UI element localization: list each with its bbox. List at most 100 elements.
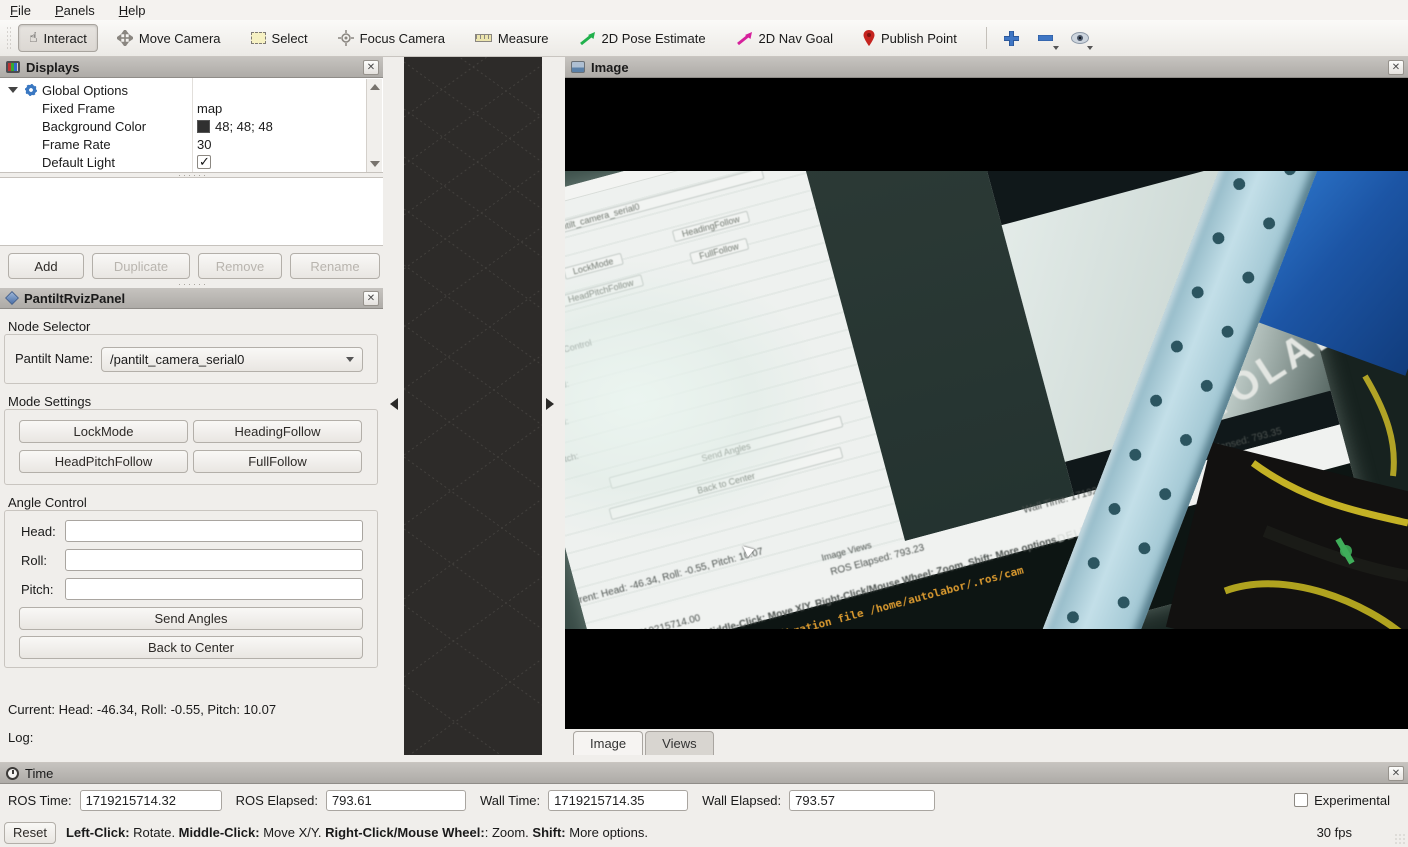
displays-close-button[interactable]: ✕	[363, 60, 379, 75]
tool-publish-point[interactable]: Publish Point	[852, 24, 968, 52]
roll-input[interactable]	[65, 549, 363, 571]
window-resize-grip[interactable]	[1394, 833, 1406, 845]
background-color-text: 48; 48; 48	[215, 119, 273, 134]
pantilt-name-label: Pantilt Name:	[15, 351, 93, 366]
help-right-click: Right-Click/Mouse Wheel:	[325, 825, 485, 840]
mouse-help-text: Left-Click: Rotate. Middle-Click: Move X…	[66, 825, 648, 840]
scroll-down-icon[interactable]	[370, 161, 380, 167]
add-tool-button[interactable]	[997, 24, 1027, 52]
camera-image-view[interactable]: /pantilt_camera_serial0 LockMode Heading…	[565, 78, 1408, 729]
ground-grid	[404, 57, 542, 755]
lock-mode-button[interactable]: LockMode	[19, 420, 188, 443]
image-panel-tabstrip: Image Views	[565, 729, 1408, 755]
node-selector-group: Pantilt Name: /pantilt_camera_serial0	[4, 334, 378, 384]
wall-time-input[interactable]	[548, 790, 688, 811]
head-pitch-follow-button[interactable]: HeadPitchFollow	[19, 450, 188, 473]
heading-follow-button[interactable]: HeadingFollow	[193, 420, 362, 443]
ros-elapsed-input[interactable]	[326, 790, 466, 811]
frame-rate-value[interactable]: 30	[197, 137, 211, 152]
tree-row-default-light[interactable]: Default Light	[0, 153, 365, 171]
roll-field-label: Roll:	[21, 553, 47, 568]
wall-elapsed-label: Wall Elapsed:	[702, 793, 781, 808]
collapse-left-splitter-icon[interactable]	[390, 398, 398, 410]
nav-goal-arrow-icon	[736, 31, 753, 46]
toolbar: ☝ Interact Move Camera Select Focus Came…	[0, 20, 1408, 57]
menu-help[interactable]: Help	[119, 3, 146, 18]
tree-row-background-color[interactable]: Background Color 48; 48; 48	[0, 117, 365, 135]
help-zoom: : Zoom.	[485, 825, 533, 840]
full-follow-button[interactable]: FullFollow	[193, 450, 362, 473]
time-panel-header[interactable]: Time ✕	[0, 763, 1408, 784]
send-angles-button[interactable]: Send Angles	[19, 607, 363, 630]
select-icon	[251, 32, 266, 44]
default-light-checkbox[interactable]	[197, 155, 211, 169]
tool-2d-pose-estimate[interactable]: 2D Pose Estimate	[568, 24, 717, 52]
background-color-label: Background Color	[42, 119, 146, 134]
background-color-value[interactable]: 48; 48; 48	[197, 119, 273, 134]
tool-measure-label: Measure	[498, 31, 549, 46]
remove-tool-dropdown-icon	[1053, 46, 1059, 50]
measure-ruler-icon	[475, 34, 492, 42]
remove-tool-button[interactable]	[1031, 24, 1061, 52]
image-panel-icon	[571, 61, 585, 73]
scroll-up-icon[interactable]	[370, 84, 380, 90]
tab-image[interactable]: Image	[573, 731, 643, 755]
displays-tree[interactable]: Global Options Fixed Frame map Backgroun…	[0, 78, 383, 173]
log-label: Log:	[8, 730, 33, 745]
pantilt-close-button[interactable]: ✕	[363, 291, 379, 306]
pantilt-name-combobox[interactable]: /pantilt_camera_serial0	[101, 347, 363, 372]
tool-move-camera-label: Move Camera	[139, 31, 221, 46]
image-close-button[interactable]: ✕	[1388, 60, 1404, 75]
pose-estimate-arrow-icon	[579, 31, 596, 46]
reset-button[interactable]: Reset	[4, 822, 56, 844]
tool-select[interactable]: Select	[240, 24, 319, 52]
panel-splitter-handle[interactable]	[177, 283, 207, 286]
tool-visibility-button[interactable]	[1065, 24, 1095, 52]
tool-move-camera[interactable]: Move Camera	[106, 24, 232, 52]
time-panel: Time ✕ ROS Time: ROS Elapsed: Wall Time:…	[0, 762, 1408, 818]
plus-icon	[1004, 31, 1019, 46]
eye-icon	[1071, 32, 1089, 44]
fixed-frame-label: Fixed Frame	[42, 101, 115, 116]
pantilt-panel-title: PantiltRvizPanel	[24, 291, 357, 306]
current-angles-status: Current: Head: -46.34, Roll: -0.55, Pitc…	[8, 702, 276, 717]
rename-display-button[interactable]: Rename	[290, 253, 380, 279]
toolbar-grip[interactable]	[6, 26, 12, 50]
wall-elapsed-input[interactable]	[789, 790, 935, 811]
ros-time-input[interactable]	[80, 790, 222, 811]
duplicate-display-button[interactable]: Duplicate	[92, 253, 190, 279]
head-input[interactable]	[65, 520, 363, 542]
back-to-center-button[interactable]: Back to Center	[19, 636, 363, 659]
fixed-frame-value[interactable]: map	[197, 101, 222, 116]
tool-2d-pose-estimate-label: 2D Pose Estimate	[602, 31, 706, 46]
tree-row-global-options[interactable]: Global Options	[0, 81, 365, 99]
collapse-right-splitter-icon[interactable]	[546, 398, 554, 410]
mode-settings-group: LockMode HeadingFollow HeadPitchFollow F…	[4, 409, 378, 485]
tree-row-fixed-frame[interactable]: Fixed Frame map	[0, 99, 365, 117]
pantilt-panel-icon	[5, 291, 19, 305]
tree-scrollbar[interactable]	[366, 79, 382, 172]
tool-visibility-dropdown-icon	[1087, 46, 1093, 50]
tree-row-frame-rate[interactable]: Frame Rate 30	[0, 135, 365, 153]
tool-interact[interactable]: ☝ Interact	[18, 24, 98, 52]
time-close-button[interactable]: ✕	[1388, 766, 1404, 781]
tool-measure[interactable]: Measure	[464, 24, 560, 52]
pantilt-panel-header[interactable]: PantiltRvizPanel ✕	[0, 288, 383, 309]
tool-focus-camera[interactable]: Focus Camera	[327, 24, 456, 52]
add-display-button[interactable]: Add	[8, 253, 84, 279]
tab-views[interactable]: Views	[645, 731, 713, 755]
angle-control-label: Angle Control	[8, 495, 87, 510]
expander-icon[interactable]	[8, 87, 18, 93]
menu-file[interactable]: File	[10, 3, 31, 18]
menu-panels[interactable]: Panels	[55, 3, 95, 18]
experimental-checkbox[interactable]	[1294, 793, 1308, 807]
tool-2d-nav-goal[interactable]: 2D Nav Goal	[725, 24, 844, 52]
pitch-input[interactable]	[65, 578, 363, 600]
image-panel-header[interactable]: Image ✕	[565, 57, 1408, 78]
focus-camera-icon	[338, 30, 354, 46]
help-middle-click: Middle-Click:	[179, 825, 260, 840]
3d-viewport[interactable]	[404, 57, 542, 755]
remove-display-button[interactable]: Remove	[198, 253, 282, 279]
image-panel: Image ✕ /pantilt_camera_serial0 LockMode…	[565, 57, 1408, 755]
displays-panel-header[interactable]: Displays ✕	[0, 57, 383, 78]
